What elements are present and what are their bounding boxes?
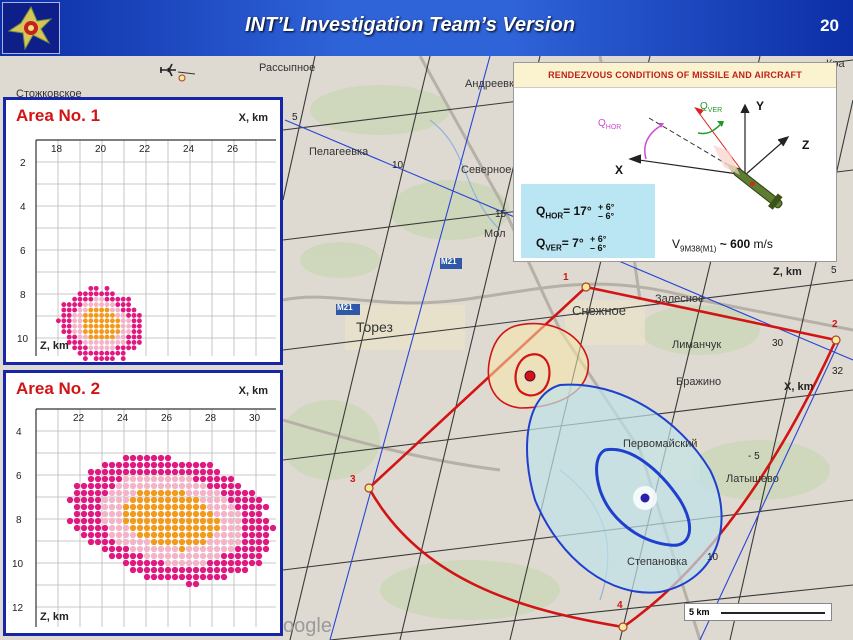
area-2-grid <box>35 408 277 627</box>
map-label-limanchuk: Лиманчук <box>672 339 722 351</box>
grid-label-30: 30 <box>772 338 784 349</box>
area-2-z-tick: 12 <box>12 603 24 614</box>
map-label-latyshevo: Латышево <box>726 473 779 485</box>
area-1-z-tick: 2 <box>20 158 26 169</box>
scale-label: 5 km <box>689 607 710 617</box>
map-label-torez: Торез <box>356 319 393 335</box>
area-2-z-tick: 10 <box>12 559 24 570</box>
area-1-center-marker <box>524 370 536 382</box>
point-label-3: 3 <box>350 474 356 485</box>
area-1-x-tick: 26 <box>227 144 239 155</box>
map-label-severnoe: Северное <box>461 164 512 176</box>
area-2-panel: Area No. 2 X, km Z, km 22 24 26 28 30 4 … <box>3 370 283 636</box>
grid-label-x-km: X, km <box>784 381 814 393</box>
area-2-x-tick: 24 <box>117 413 129 424</box>
area-2-z-axis-label: Z, km <box>40 611 69 623</box>
grid-label-32: 32 <box>832 366 844 377</box>
boundary-point-4 <box>618 622 628 632</box>
area-2-center-marker <box>640 493 650 503</box>
scale-bar: 5 km <box>684 603 832 621</box>
q-hor-equation: QHOR= 17° + 6° – 6° <box>536 202 615 221</box>
area-1-z-tick: 4 <box>20 202 26 213</box>
investigation-team-emblem-icon <box>2 2 60 54</box>
grid-lines <box>35 139 276 356</box>
q-ver-equation: QVER= 7° + 6° – 6° <box>536 234 607 253</box>
map-label-andreevka: Андреевка <box>465 78 521 90</box>
grid-label-15: 15 <box>495 209 507 220</box>
area-1-x-tick: 24 <box>183 144 195 155</box>
boundary-point-3 <box>364 483 374 493</box>
area-1-x-tick: 22 <box>139 144 151 155</box>
axis-z-label: Z <box>802 138 810 152</box>
area-1-z-tick: 6 <box>20 246 26 257</box>
boundary-point-2 <box>831 335 841 345</box>
area-2-x-tick: 22 <box>73 413 85 424</box>
area-1-panel: Area No. 1 X, km Z, km 18 20 22 24 26 2 … <box>3 97 283 365</box>
axis-x-label: X <box>615 163 624 177</box>
area-1-x-axis-label: X, km <box>238 112 268 124</box>
map-label-pervomaisky: Первомайский <box>623 438 698 450</box>
area-1-z-tick: 8 <box>20 290 26 301</box>
area-1-x-tick: 20 <box>95 144 107 155</box>
grid-label-z-km: Z, km <box>773 266 802 278</box>
map-label-snezhnoe: Снежное <box>572 303 626 318</box>
area-1-z-axis-label: Z, km <box>40 340 69 352</box>
scale-line <box>721 612 825 614</box>
road-badge-m21-b: M21 <box>441 257 457 266</box>
q-hor-label: QHOR <box>598 118 622 131</box>
grid-label-10-bottom: 10 <box>707 552 719 563</box>
map-label-stepanovka: Степановка <box>627 556 688 568</box>
area-2-x-axis-label: X, km <box>238 385 268 397</box>
area-2-z-tick: 6 <box>16 471 22 482</box>
grid-label-5-top: 5 <box>292 112 298 123</box>
area-2-z-tick: 4 <box>16 427 22 438</box>
road-badge-m21-a: M21 <box>337 303 353 312</box>
page-title: INT’L Investigation Team’s Version <box>244 14 576 36</box>
map-watermark: oogle <box>283 615 332 637</box>
map-label-pelageevka: Пелагеевка <box>309 146 369 158</box>
slide-number: 20 <box>820 16 839 35</box>
grid-label-10: 10 <box>392 160 404 171</box>
map-label-rassypnoe: Рассыпное <box>259 62 316 74</box>
grid-lines <box>35 408 276 627</box>
map-label-molo: Мол <box>484 228 506 240</box>
missile-speed: V9M38(M1) ~ 600 m/s <box>672 237 773 254</box>
rendezvous-panel: RENDEZVOUS CONDITIONS OF MISSILE AND AIR… <box>513 62 837 262</box>
area-1-x-tick: 18 <box>51 144 63 155</box>
area-2-x-tick: 28 <box>205 413 217 424</box>
area-2-z-tick: 8 <box>16 515 22 526</box>
area-2-x-tick: 30 <box>249 413 261 424</box>
header-bar: INT’L Investigation Team’s Version 20 <box>0 0 853 56</box>
area-2-x-tick: 26 <box>161 413 173 424</box>
boundary-point-1 <box>581 282 591 292</box>
grid-label-5-right: 5 <box>831 265 837 276</box>
map-label-zalesnoe: Залесное <box>655 293 705 305</box>
point-label-1: 1 <box>563 272 569 283</box>
area-1-grid <box>35 139 276 362</box>
area-1-title: Area No. 1 <box>16 106 101 125</box>
map-label-brazhino: Бражино <box>676 376 722 388</box>
axis-y-label: Y <box>756 99 765 113</box>
grid-label-minus-5: - 5 <box>748 451 760 462</box>
area-1-z-tick: 10 <box>17 334 29 345</box>
q-ver-label: QVER <box>700 101 723 114</box>
point-label-2: 2 <box>832 319 838 330</box>
point-label-4: 4 <box>617 600 623 611</box>
area-2-title: Area No. 2 <box>16 379 101 398</box>
